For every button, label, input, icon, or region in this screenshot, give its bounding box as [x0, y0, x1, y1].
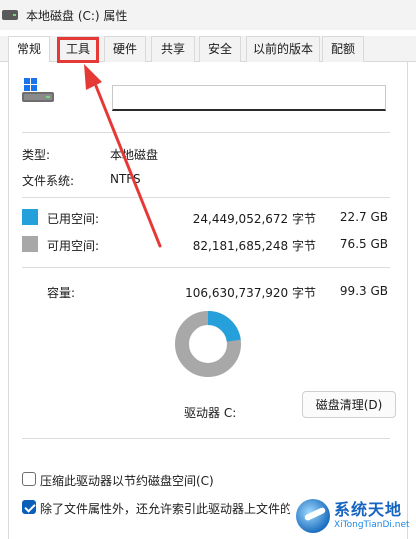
watermark-subtitle: XiTongTianDi.net	[334, 519, 410, 530]
used-space-label: 已用空间:	[47, 212, 100, 226]
index-label: 除了文件属性外，还允许索引此驱动器上文件的内	[40, 502, 290, 516]
tab-sharing[interactable]: 共享	[151, 36, 195, 62]
capacity-label: 容量:	[47, 286, 76, 300]
tab-hardware[interactable]: 硬件	[104, 36, 146, 62]
drive-icon-large	[22, 78, 54, 102]
drive-name-input[interactable]	[112, 85, 386, 111]
disk-cleanup-button[interactable]: 磁盘清理(D)	[302, 391, 396, 418]
used-space-swatch	[22, 209, 38, 225]
watermark-title: 系统天地	[334, 499, 403, 519]
capacity-bytes: 106,630,737,920 字节	[185, 286, 316, 300]
divider	[22, 132, 390, 133]
filesystem-value: NTFS	[110, 172, 141, 186]
divider	[22, 438, 390, 439]
type-label: 类型:	[22, 148, 51, 162]
tab-security[interactable]: 安全	[199, 36, 241, 62]
tab-previous-versions[interactable]: 以前的版本	[246, 36, 320, 62]
site-watermark: 系统天地 XiTongTianDi.net	[296, 492, 416, 539]
used-space-bytes: 24,449,052,672 字节	[192, 212, 316, 226]
annotation-highlight-box	[57, 37, 99, 63]
divider	[22, 267, 390, 268]
tab-quota[interactable]: 配额	[322, 36, 364, 62]
free-space-label: 可用空间:	[47, 239, 100, 253]
type-value: 本地磁盘	[110, 148, 159, 162]
tab-general[interactable]: 常规	[8, 36, 50, 63]
capacity-gb: 99.3 GB	[339, 284, 388, 298]
divider	[22, 197, 390, 198]
window-title: 本地磁盘 (C:) 属性	[26, 8, 128, 23]
filesystem-label: 文件系统:	[22, 174, 75, 188]
index-checkbox[interactable]	[22, 500, 36, 514]
free-space-gb: 76.5 GB	[339, 237, 388, 251]
used-space-gb: 22.7 GB	[339, 210, 388, 224]
watermark-logo-icon	[296, 498, 330, 533]
title-bar: 本地磁盘 (C:) 属性	[0, 0, 416, 30]
compress-label: 压缩此驱动器以节约磁盘空间(C)	[40, 474, 214, 488]
free-space-bytes: 82,181,685,248 字节	[192, 239, 316, 253]
drive-icon	[2, 10, 18, 20]
disk-usage-donut	[175, 311, 241, 377]
compress-checkbox[interactable]	[22, 472, 36, 486]
free-space-swatch	[22, 236, 38, 252]
drive-label: 驱动器 C:	[184, 406, 237, 420]
